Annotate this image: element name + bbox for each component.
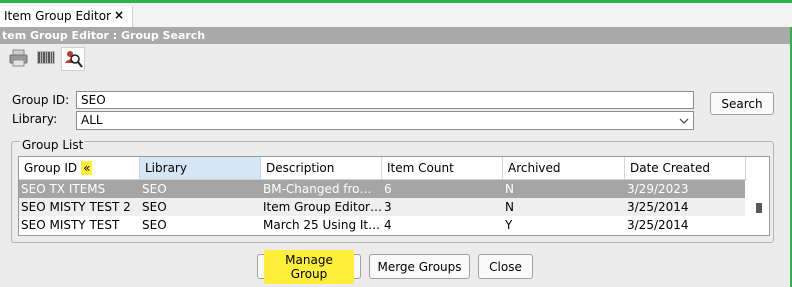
library-select[interactable]: ALL xyxy=(76,111,694,130)
tab-item-group-editor[interactable]: Item Group Editor × xyxy=(0,6,133,27)
panel-title: tem Group Editor : Group Search xyxy=(2,29,206,42)
column-header-item-count[interactable]: Item Count xyxy=(382,157,503,179)
close-button[interactable]: Close xyxy=(478,254,533,279)
print-icon[interactable] xyxy=(8,47,32,71)
panel-header: tem Group Editor : Group Search xyxy=(0,27,792,44)
group-id-input[interactable] xyxy=(76,91,694,109)
column-header-group-id[interactable]: Group ID « xyxy=(19,157,140,179)
column-header-date-created[interactable]: Date Created xyxy=(625,157,746,179)
scrollbar-thumb[interactable] xyxy=(756,203,762,213)
library-selected-value: ALL xyxy=(81,113,103,127)
group-id-label: Group ID: xyxy=(12,93,70,107)
people-search-icon[interactable] xyxy=(61,47,85,71)
manage-group-button[interactable]: Manage Group xyxy=(257,249,361,284)
merge-groups-button[interactable]: Merge Groups xyxy=(369,254,470,279)
tab-title: Item Group Editor xyxy=(4,9,111,23)
column-header-description[interactable]: Description xyxy=(261,157,382,179)
tab-bar: Item Group Editor × xyxy=(0,3,792,27)
table-vertical-scrollbar[interactable] xyxy=(747,179,769,235)
toolbar xyxy=(8,47,88,73)
table-row[interactable]: SEO MISTY TEST 2 SEO Item Group Editor .… xyxy=(19,198,745,216)
group-list-table: Group ID « Library Description Item Count… xyxy=(18,156,770,236)
table-row[interactable]: SEO MISTY TEST SEO March 25 Using Ite...… xyxy=(19,216,745,234)
table-header: Group ID « Library Description Item Count… xyxy=(19,157,769,180)
sort-indicator-icon[interactable]: « xyxy=(81,161,93,175)
library-label: Library: xyxy=(12,112,58,126)
group-list-legend: Group List xyxy=(20,138,86,152)
column-header-library[interactable]: Library xyxy=(140,157,261,179)
tab-close-icon[interactable]: × xyxy=(114,8,124,22)
chevron-down-icon[interactable] xyxy=(675,112,693,129)
table-row[interactable]: SEO TX ITEMS SEO BM-Changed from... 6 N … xyxy=(19,180,745,198)
search-button[interactable]: Search xyxy=(710,92,774,115)
column-header-archived[interactable]: Archived xyxy=(503,157,625,179)
barcode-icon[interactable] xyxy=(35,47,59,71)
